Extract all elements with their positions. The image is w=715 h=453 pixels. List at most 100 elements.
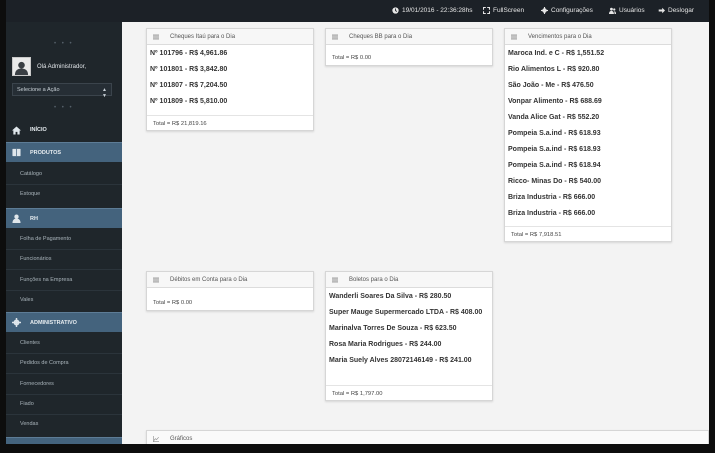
divider-dots: • • • bbox=[54, 105, 74, 111]
book-icon bbox=[12, 148, 21, 157]
panel-total: Total = R$ 21,819.16 bbox=[147, 115, 313, 130]
divider bbox=[6, 414, 122, 415]
panel-title: Cheques Itaú para o Dia bbox=[170, 33, 236, 40]
panel-header: Vencimentos para o Dia bbox=[505, 29, 671, 45]
list-item: Ricco- Minas Do - R$ 540.00 bbox=[508, 178, 601, 185]
sidebar-item-vales[interactable]: Vales bbox=[20, 297, 33, 303]
panel-title: Cheques BB para o Dia bbox=[349, 33, 413, 40]
panel-body: Wanderli Soares Da Silva - R$ 280.50 Sup… bbox=[326, 288, 492, 365]
panel-header: Gráficos bbox=[147, 431, 708, 444]
action-select[interactable]: Selecione a Ação ▲ ▼ bbox=[12, 83, 112, 99]
list-item: Pompeia S.a.ind - R$ 618.93 bbox=[508, 130, 601, 137]
app-window: 19/01/2016 - 22:36:28hs FullScreen Confi… bbox=[6, 0, 709, 444]
sidebar-item-funcionarios[interactable]: Funcionários bbox=[20, 256, 52, 262]
chevron-down-icon: ▲ ▼ bbox=[102, 87, 107, 99]
panel-header: Cheques Itaú para o Dia bbox=[147, 29, 313, 45]
sidebar-item-fiado[interactable]: Fiado bbox=[20, 401, 34, 407]
list-item: Super Mauge Supermercado LTDA - R$ 408.0… bbox=[329, 309, 483, 316]
nav-inicio[interactable]: INÍCIO bbox=[6, 120, 122, 140]
sidebar-item-pedidos-de-compra[interactable]: Pedidos de Compra bbox=[20, 360, 69, 366]
panel-cheques-itau: Cheques Itaú para o Dia Nº 101796 - R$ 4… bbox=[146, 28, 314, 131]
list-icon bbox=[511, 34, 517, 39]
list-item: Wanderli Soares Da Silva - R$ 280.50 bbox=[329, 293, 452, 300]
list-item: Nº 101801 - R$ 3,842.80 bbox=[150, 66, 228, 73]
logout-label: Deslogar bbox=[668, 7, 695, 14]
sidebar-item-estoque[interactable]: Estoque bbox=[20, 191, 40, 197]
users-label: Usuários bbox=[619, 7, 645, 14]
panel-header: Débitos em Conta para o Dia bbox=[147, 272, 313, 288]
user-icon bbox=[12, 214, 21, 223]
list-item: Briza Industria - R$ 666.00 bbox=[508, 194, 596, 201]
panel-graficos: Gráficos bbox=[146, 430, 709, 444]
divider-dots: • • • bbox=[54, 41, 74, 47]
sidebar-item-folha-de-pagamento[interactable]: Folha de Pagamento bbox=[20, 236, 71, 242]
fullscreen-button[interactable]: FullScreen bbox=[483, 7, 524, 14]
list-item: Nº 101796 - R$ 4,961.86 bbox=[150, 50, 228, 57]
panel-header: Boletos para o Dia bbox=[326, 272, 492, 288]
fullscreen-icon bbox=[483, 7, 490, 14]
divider bbox=[6, 373, 122, 374]
list-item: Nº 101807 - R$ 7,204.50 bbox=[150, 82, 228, 89]
panel-cheques-bb: Cheques BB para o Dia Total = R$ 0.00 bbox=[325, 28, 493, 66]
nav-rh-label: RH bbox=[30, 215, 38, 222]
nav-inicio-label: INÍCIO bbox=[30, 127, 47, 133]
top-bar: 19/01/2016 - 22:36:28hs FullScreen Confi… bbox=[6, 0, 709, 22]
sidebar-item-fornecedores[interactable]: Fornecedores bbox=[20, 381, 54, 387]
nav-rh[interactable]: RH bbox=[6, 208, 122, 228]
panel-total: Total = R$ 0.00 bbox=[153, 300, 193, 306]
datetime-text: 19/01/2016 - 22:36:28hs bbox=[402, 7, 473, 14]
user-block: Olá Administrador, bbox=[12, 57, 86, 76]
nav-next-section[interactable] bbox=[6, 437, 122, 444]
nav-administrativo[interactable]: ADMINISTRATIVO bbox=[6, 312, 122, 332]
divider bbox=[6, 269, 122, 270]
dashboard-main: Cheques Itaú para o Dia Nº 101796 - R$ 4… bbox=[122, 22, 709, 444]
list-item: Rio Alimentos L - R$ 920.80 bbox=[508, 66, 600, 73]
user-icon bbox=[14, 61, 29, 75]
panel-vencimentos: Vencimentos para o Dia Maroca Ind. e C -… bbox=[504, 28, 672, 242]
sidebar-item-vendas[interactable]: Vendas bbox=[20, 421, 38, 427]
list-item: Rosa Maria Rodrigues - R$ 244.00 bbox=[329, 341, 442, 348]
panel-boletos: Boletos para o Dia Wanderli Soares Da Si… bbox=[325, 271, 493, 401]
panel-header: Cheques BB para o Dia bbox=[326, 29, 492, 45]
panel-title: Boletos para o Dia bbox=[349, 276, 399, 283]
panel-total: Total = R$ 1,797.00 bbox=[326, 385, 492, 400]
list-icon bbox=[332, 34, 338, 39]
settings-label: Configurações bbox=[551, 7, 593, 14]
action-select-value: Selecione a Ação bbox=[17, 87, 60, 93]
nav-produtos[interactable]: PRODUTOS bbox=[6, 142, 122, 162]
nav-produtos-label: PRODUTOS bbox=[30, 149, 62, 156]
list-item: Marinalva Torres De Souza - R$ 623.50 bbox=[329, 325, 457, 332]
list-icon bbox=[153, 277, 159, 282]
users-button[interactable]: Usuários bbox=[609, 7, 645, 14]
list-item: São João - Me - R$ 476.50 bbox=[508, 82, 594, 89]
panel-body: Maroca Ind. e C - R$ 1,551.52 Rio Alimen… bbox=[505, 45, 671, 218]
settings-button[interactable]: Configurações bbox=[541, 7, 593, 14]
panel-title: Vencimentos para o Dia bbox=[528, 33, 592, 40]
list-icon bbox=[153, 34, 159, 39]
list-item: Vanda Alice Gat - R$ 552.20 bbox=[508, 114, 600, 121]
list-item: Vonpar Alimento - R$ 688.69 bbox=[508, 98, 602, 105]
list-icon bbox=[332, 277, 338, 282]
sidebar-item-catalogo[interactable]: Catálogo bbox=[20, 171, 42, 177]
users-icon bbox=[609, 7, 616, 14]
datetime-display: 19/01/2016 - 22:36:28hs bbox=[392, 7, 472, 14]
list-item: Briza Industria - R$ 666.00 bbox=[508, 210, 596, 217]
panel-total: Total = R$ 0.00 bbox=[332, 55, 372, 61]
gear-icon bbox=[12, 318, 21, 327]
panel-body: Nº 101796 - R$ 4,961.86 Nº 101801 - R$ 3… bbox=[147, 45, 313, 106]
clock-icon bbox=[392, 7, 399, 14]
panel-title: Débitos em Conta para o Dia bbox=[170, 276, 248, 283]
home-icon bbox=[12, 125, 21, 135]
sidebar-item-clientes[interactable]: Clientes bbox=[20, 340, 40, 346]
user-greeting: Olá Administrador, bbox=[37, 63, 87, 70]
panel-debitos: Débitos em Conta para o Dia Total = R$ 0… bbox=[146, 271, 314, 311]
logout-button[interactable]: Deslogar bbox=[658, 7, 694, 14]
screen-frame: 19/01/2016 - 22:36:28hs FullScreen Confi… bbox=[0, 0, 715, 453]
divider bbox=[6, 353, 122, 354]
list-item: Maria Suely Alves 28072146149 - R$ 241.0… bbox=[329, 357, 472, 364]
panel-title: Gráficos bbox=[170, 436, 193, 442]
list-item: Pompeia S.a.ind - R$ 618.94 bbox=[508, 162, 601, 169]
divider bbox=[6, 290, 122, 291]
sidebar-item-funcoes-na-empresa[interactable]: Funções na Empresa bbox=[20, 277, 72, 283]
avatar bbox=[12, 57, 31, 76]
